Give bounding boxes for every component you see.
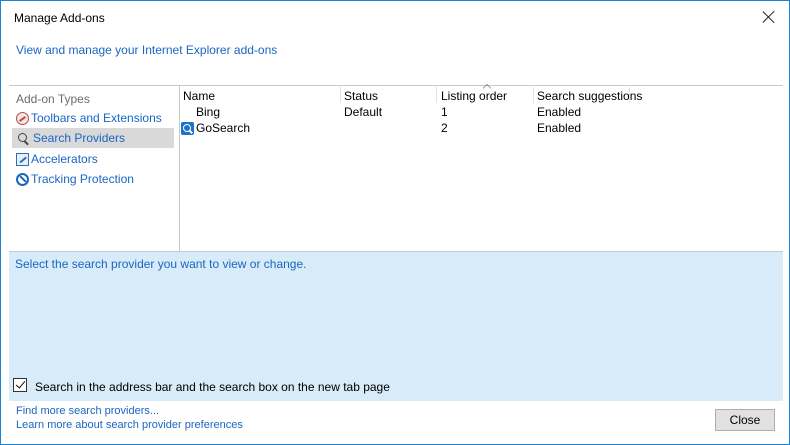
sidebar-item-search-providers[interactable]: Search Providers <box>12 128 174 148</box>
find-more-providers-link[interactable]: Find more search providers... <box>16 405 159 417</box>
provider-status: Default <box>344 105 383 119</box>
column-divider[interactable] <box>629 87 630 103</box>
sidebar-item-label: Search Providers <box>33 131 126 145</box>
column-header-status[interactable]: Status <box>344 89 378 103</box>
sidebar-item-tracking-protection[interactable]: Tracking Protection <box>12 169 174 189</box>
provider-listing-order: 2 <box>441 121 448 135</box>
provider-search-suggestions: Enabled <box>537 121 582 135</box>
table-row[interactable]: GoSearch 2 Enabled <box>180 121 780 137</box>
learn-more-link[interactable]: Learn more about search provider prefere… <box>16 419 243 431</box>
column-divider[interactable] <box>533 87 534 103</box>
provider-name: Bing <box>196 105 221 119</box>
column-header-listing-order[interactable]: Listing order <box>441 89 507 103</box>
provider-search-suggestions: Enabled <box>537 105 582 119</box>
provider-name: GoSearch <box>196 121 251 135</box>
sidebar-item-toolbars-extensions[interactable]: Toolbars and Extensions <box>12 108 174 128</box>
tracking-protection-icon <box>16 172 29 186</box>
accelerators-icon <box>16 152 29 166</box>
addon-types-sidebar: Add-on Types Toolbars and Extensions Sea… <box>9 86 179 251</box>
sidebar-heading: Add-on Types <box>16 92 90 106</box>
column-divider[interactable] <box>436 87 437 103</box>
gosearch-icon <box>181 122 194 135</box>
search-icon <box>18 132 27 142</box>
provider-listing-order: 1 <box>441 105 448 119</box>
details-pane: Select the search provider you want to v… <box>9 252 783 401</box>
sidebar-item-accelerators[interactable]: Accelerators <box>12 149 174 169</box>
page-subtitle: View and manage your Internet Explorer a… <box>16 43 278 57</box>
close-button[interactable]: Close <box>715 409 775 431</box>
column-header-search-suggestions[interactable]: Search suggestions <box>537 89 642 103</box>
sidebar-item-label: Accelerators <box>31 152 98 166</box>
column-divider[interactable] <box>340 87 341 103</box>
footer: Find more search providers... Learn more… <box>9 401 783 439</box>
search-providers-list: Name Status Listing order Search suggest… <box>180 86 783 251</box>
address-bar-search-checkbox[interactable] <box>13 378 27 392</box>
close-icon[interactable] <box>761 9 777 25</box>
checkbox-label[interactable]: Search in the address bar and the search… <box>35 380 390 394</box>
title-bar: Manage Add-ons <box>1 1 789 33</box>
toolbars-extensions-icon <box>16 111 29 125</box>
details-prompt: Select the search provider you want to v… <box>15 257 307 271</box>
sidebar-item-label: Tracking Protection <box>31 172 134 186</box>
column-header-name[interactable]: Name <box>183 89 215 103</box>
window-title: Manage Add-ons <box>14 11 105 25</box>
sidebar-item-label: Toolbars and Extensions <box>31 111 162 125</box>
manage-addons-window: Manage Add-ons View and manage your Inte… <box>0 0 790 445</box>
table-row[interactable]: Bing Default 1 Enabled <box>180 105 780 121</box>
